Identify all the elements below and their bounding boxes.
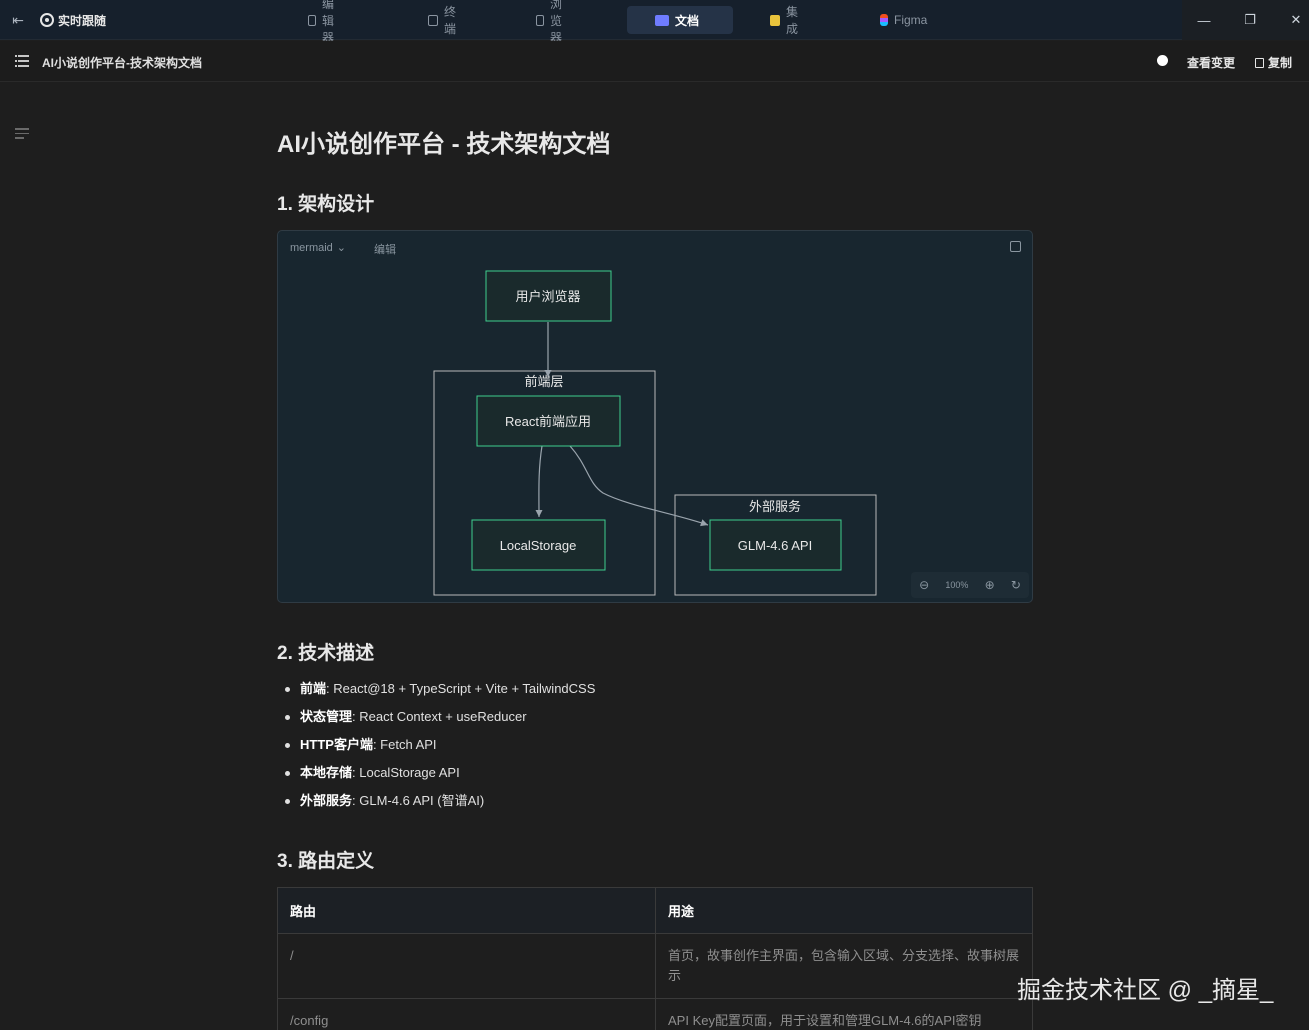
reset-zoom-icon[interactable]: ↻ [1011,578,1021,592]
zoom-level: 100% [945,580,969,590]
list-item: 前端: React@18 + TypeScript + Vite + Tailw… [285,678,595,706]
tab-browser[interactable]: 浏览器 [526,0,578,45]
external-service-label: 外部服务 [749,499,801,514]
list-item: HTTP客户端: Fetch API [285,734,595,762]
diagram-canvas: 前端层 外部服务 用户浏览器 React前端应用 LocalStorage GL… [433,270,877,596]
list-item: 外部服务: GLM-4.6 API (智谱AI) [285,790,595,818]
list-item: 本地存储: LocalStorage API [285,762,595,790]
edge-react-storage [535,445,543,518]
restore-button[interactable]: ❐ [1227,0,1273,40]
column-header-purpose: 用途 [655,887,1033,934]
live-follow-button[interactable]: 实时跟随 [40,8,106,32]
integration-icon [770,14,780,26]
tab-integration[interactable]: 集成 [760,5,812,36]
tab-figma[interactable]: Figma [870,6,937,34]
close-button[interactable]: ✕ [1273,0,1309,40]
section-heading-routes: 3. 路由定义 [277,851,375,872]
target-icon [40,13,54,27]
route-cell: /config [277,998,656,1030]
route-cell: / [277,933,656,999]
browser-icon [536,14,544,26]
collapse-panel-icon[interactable]: ⇤ [8,10,28,30]
top-bar: ⇤ 实时跟随 编辑器 终端 浏览器 文档 集成 Figma — ❐ ✕ [0,0,1309,45]
tech-stack-list: 前端: React@18 + TypeScript + Vite + Tailw… [285,678,595,818]
watermark: 掘金技术社区 @ _摘星_ [1017,977,1274,1004]
svg-text:LocalStorage: LocalStorage [500,538,577,553]
document-header: AI小说创作平台-技术架构文档 [0,41,1309,82]
purpose-cell: API Key配置页面，用于设置和管理GLM-4.6的API密钥 [655,998,1033,1030]
list-menu-icon[interactable] [15,55,29,67]
table-row: /config API Key配置页面，用于设置和管理GLM-4.6的API密钥 [277,998,1033,1030]
routes-table: 路由 用途 / 首页，故事创作主界面，包含输入区域、分支选择、故事树展示 /co… [277,887,1033,1030]
document-title: AI小说创作平台-技术架构文档 [42,56,202,70]
copy-icon [1255,57,1264,68]
figma-icon [880,14,888,26]
section-heading-tech: 2. 技术描述 [277,643,375,664]
live-follow-label: 实时跟随 [58,13,107,28]
table-row: / 首页，故事创作主界面，包含输入区域、分支选择、故事树展示 [277,933,1033,999]
list-item: 状态管理: React Context + useReducer [285,706,595,734]
copy-button[interactable]: 复制 [1255,54,1292,71]
svg-text:GLM-4.6 API: GLM-4.6 API [738,538,812,553]
edge-react-glm [569,445,709,527]
mermaid-diagram-block: mermaid ⌄ 编辑 前端层 外部服务 用户浏览器 React前端应用 Lo… [277,230,1033,603]
tab-docs[interactable]: 文档 [627,6,733,34]
zoom-in-icon[interactable]: ⊕ [985,578,995,592]
column-header-route: 路由 [277,887,656,934]
table-header-row: 路由 用途 [277,887,1033,934]
copy-label: 复制 [1268,56,1293,70]
tab-editor[interactable]: 编辑器 [298,0,350,45]
code-window-icon [308,14,316,26]
view-changes-button[interactable]: 查看变更 [1187,54,1235,71]
status-dot-icon[interactable] [1157,55,1168,66]
minimize-button[interactable]: — [1181,0,1227,40]
doc-icon [655,14,669,26]
frontend-layer-label: 前端层 [524,374,563,389]
diagram-zoom-controls: ⊖ 100% ⊕ ↻ [911,572,1029,598]
svg-text:用户浏览器: 用户浏览器 [515,289,580,304]
terminal-icon [428,14,438,26]
svg-text:React前端应用: React前端应用 [505,414,591,429]
section-heading-architecture: 1. 架构设计 [277,194,375,215]
purpose-cell: 首页，故事创作主界面，包含输入区域、分支选择、故事树展示 [655,933,1033,999]
page-title: AI小说创作平台 - 技术架构文档 [277,131,611,158]
zoom-out-icon[interactable]: ⊖ [919,578,929,592]
tab-terminal[interactable]: 终端 [418,5,470,36]
outline-toggle-icon[interactable] [15,128,29,142]
